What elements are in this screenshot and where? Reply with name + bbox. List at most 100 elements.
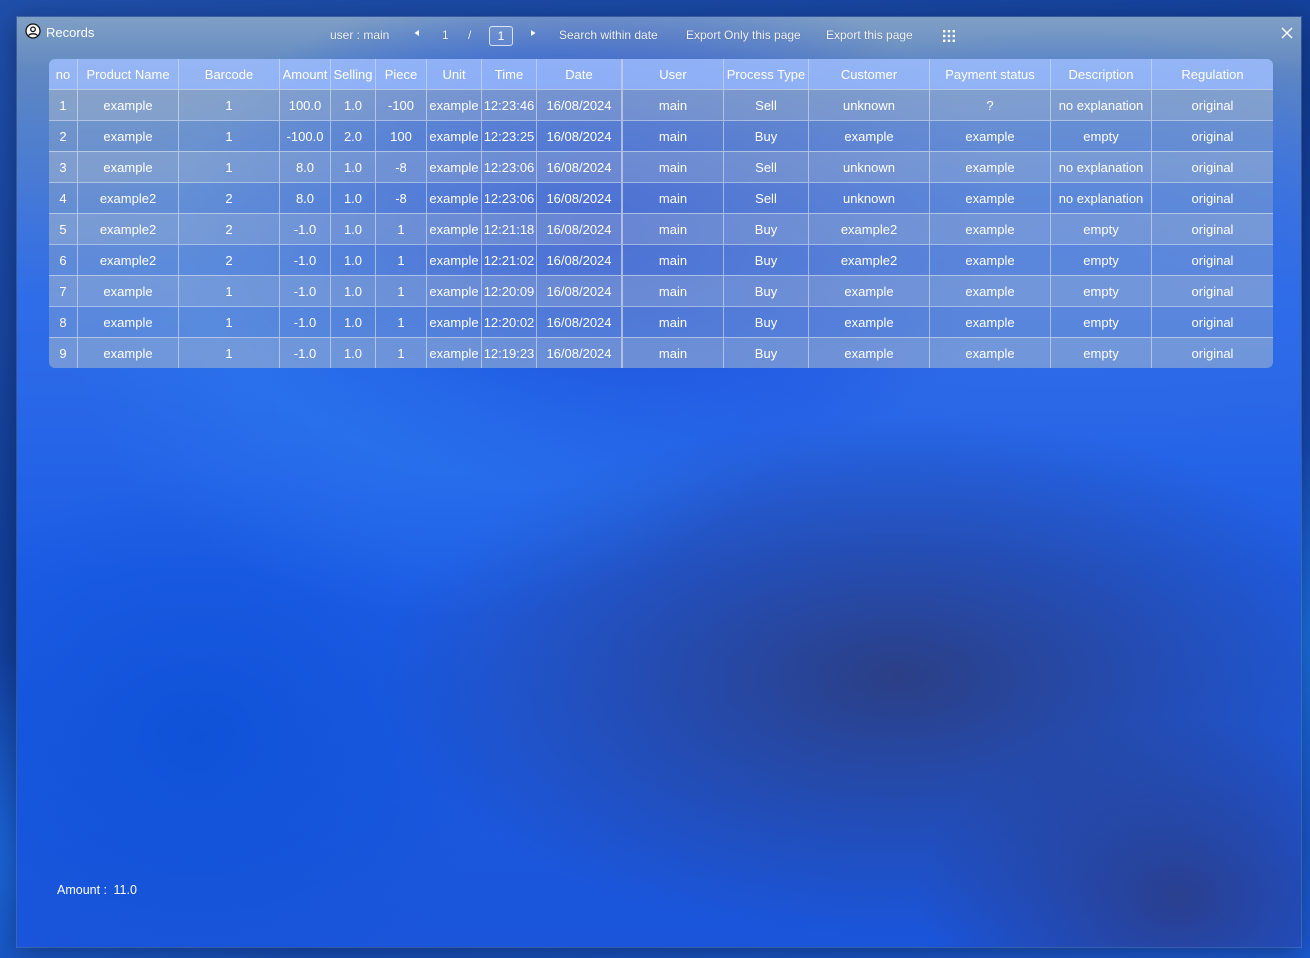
cell-no: 9	[49, 337, 78, 368]
column-header-barcode[interactable]: Barcode	[179, 59, 280, 89]
cell-date: 16/08/2024	[537, 244, 623, 275]
cell-user: main	[623, 337, 724, 368]
current-user-label: user : main	[330, 28, 390, 42]
cell-selling: 1.0	[331, 244, 376, 275]
cell-process-type: Buy	[724, 244, 809, 275]
table-row[interactable]: 7 example 1 -1.0 1.0 1 example 12:20:09 16/08/20…	[49, 275, 1273, 306]
next-page-button[interactable]	[529, 26, 537, 43]
table-row[interactable]: 6 example2 2 -1.0 1.0 1 example 12:21:02 16/08/2…	[49, 244, 1273, 275]
column-header-piece[interactable]: Piece	[376, 59, 427, 89]
cell-piece: -8	[376, 182, 427, 213]
cell-time: 12:23:46	[482, 89, 537, 120]
table-row[interactable]: 1 example 1 100.0 1.0 -100 example 12:23:46 16/0…	[49, 89, 1273, 120]
table-row[interactable]: 2 example 1 -100.0 2.0 100 example 12:23:25 16/0…	[49, 120, 1273, 151]
column-header-unit[interactable]: Unit	[427, 59, 482, 89]
cell-customer: unknown	[809, 89, 930, 120]
cell-payment-status: example	[930, 337, 1051, 368]
column-header-customer[interactable]: Customer	[809, 59, 930, 89]
cell-payment-status: example	[930, 120, 1051, 151]
cell-unit: example	[427, 244, 482, 275]
cell-barcode: 1	[179, 151, 280, 182]
cell-barcode: 2	[179, 182, 280, 213]
page-current: 1	[442, 28, 449, 42]
cell-process-type: Sell	[724, 182, 809, 213]
cell-user: main	[623, 275, 724, 306]
cell-date: 16/08/2024	[537, 151, 623, 182]
search-within-date-button[interactable]: Search within date	[559, 28, 658, 42]
cell-unit: example	[427, 275, 482, 306]
column-header-process-type[interactable]: Process Type	[724, 59, 809, 89]
cell-date: 16/08/2024	[537, 306, 623, 337]
cell-selling: 2.0	[331, 120, 376, 151]
cell-no: 4	[49, 182, 78, 213]
cell-unit: example	[427, 337, 482, 368]
export-this-page-button[interactable]: Export this page	[826, 28, 913, 42]
cell-selling: 1.0	[331, 275, 376, 306]
records-window: Records user : main 1 / 1 Search within …	[17, 17, 1301, 947]
close-button[interactable]	[1277, 23, 1297, 43]
cell-piece: 1	[376, 244, 427, 275]
cell-piece: 100	[376, 120, 427, 151]
column-header-regulation[interactable]: Regulation	[1152, 59, 1273, 89]
triangle-left-icon	[414, 30, 419, 36]
column-header-no[interactable]: no	[49, 59, 78, 89]
cell-piece: -8	[376, 151, 427, 182]
cell-customer: example	[809, 120, 930, 151]
cell-no: 8	[49, 306, 78, 337]
column-header-description[interactable]: Description	[1051, 59, 1152, 89]
cell-unit: example	[427, 213, 482, 244]
cell-customer: example	[809, 275, 930, 306]
cell-regulation: original	[1152, 244, 1273, 275]
triangle-right-icon	[531, 30, 536, 36]
cell-amount: 8.0	[280, 182, 331, 213]
cell-process-type: Buy	[724, 120, 809, 151]
cell-process-type: Buy	[724, 213, 809, 244]
table-row[interactable]: 5 example2 2 -1.0 1.0 1 example 12:21:18 16/08/2…	[49, 213, 1273, 244]
cell-regulation: original	[1152, 337, 1273, 368]
table-row[interactable]: 9 example 1 -1.0 1.0 1 example 12:19:23 16/08/20…	[49, 337, 1273, 368]
cell-process-type: Sell	[724, 89, 809, 120]
cell-product-name: example2	[78, 213, 179, 244]
cell-barcode: 2	[179, 213, 280, 244]
cell-selling: 1.0	[331, 337, 376, 368]
cell-product-name: example	[78, 306, 179, 337]
prev-page-button[interactable]	[413, 26, 421, 43]
cell-time: 12:20:02	[482, 306, 537, 337]
table-row[interactable]: 8 example 1 -1.0 1.0 1 example 12:20:02 16/08/20…	[49, 306, 1273, 337]
export-only-this-page-button[interactable]: Export Only this page	[686, 28, 801, 42]
cell-customer: unknown	[809, 151, 930, 182]
cell-user: main	[623, 244, 724, 275]
column-header-date[interactable]: Date	[537, 59, 623, 89]
cell-no: 3	[49, 151, 78, 182]
cell-payment-status: ?	[930, 89, 1051, 120]
cell-date: 16/08/2024	[537, 89, 623, 120]
records-table-body: 1 example 1 100.0 1.0 -100 example 12:23:46 16/0…	[49, 89, 1273, 368]
cell-customer: unknown	[809, 182, 930, 213]
amount-total: Amount : 11.0	[57, 883, 137, 897]
cell-selling: 1.0	[331, 213, 376, 244]
cell-date: 16/08/2024	[537, 275, 623, 306]
cell-amount: -100.0	[280, 120, 331, 151]
cell-payment-status: example	[930, 182, 1051, 213]
page-total-input[interactable]: 1	[489, 26, 513, 46]
cell-user: main	[623, 120, 724, 151]
column-header-payment-status[interactable]: Payment status	[930, 59, 1051, 89]
cell-product-name: example	[78, 337, 179, 368]
cell-product-name: example2	[78, 182, 179, 213]
grid-dots-icon[interactable]	[942, 29, 956, 43]
column-header-user[interactable]: User	[623, 59, 724, 89]
cell-customer: example2	[809, 244, 930, 275]
column-header-selling[interactable]: Selling	[331, 59, 376, 89]
table-row[interactable]: 4 example2 2 8.0 1.0 -8 example 12:23:06 16/08/2…	[49, 182, 1273, 213]
cell-piece: 1	[376, 337, 427, 368]
table-row[interactable]: 3 example 1 8.0 1.0 -8 example 12:23:06 16/08/20…	[49, 151, 1273, 182]
cell-description: empty	[1051, 120, 1152, 151]
cell-selling: 1.0	[331, 182, 376, 213]
column-header-amount[interactable]: Amount	[280, 59, 331, 89]
cell-date: 16/08/2024	[537, 120, 623, 151]
column-header-product-name[interactable]: Product Name	[78, 59, 179, 89]
column-header-time[interactable]: Time	[482, 59, 537, 89]
cell-regulation: original	[1152, 151, 1273, 182]
cell-date: 16/08/2024	[537, 182, 623, 213]
cell-regulation: original	[1152, 213, 1273, 244]
